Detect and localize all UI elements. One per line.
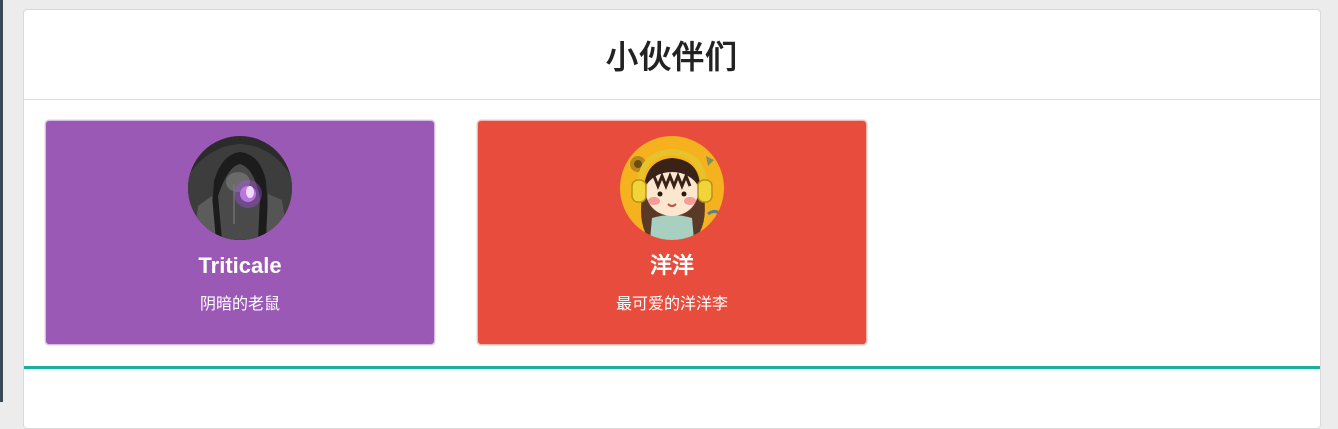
friend-name: Triticale (198, 253, 282, 278)
friend-card-triticale[interactable]: Triticale 阴暗的老鼠 (45, 120, 435, 345)
page-title: 小伙伴们 (605, 37, 738, 76)
dark-hooded-figure-avatar-icon (188, 136, 292, 240)
friend-name: 洋洋 (649, 253, 694, 278)
avatar (188, 136, 292, 240)
section-divider (24, 366, 1320, 369)
window-edge (0, 0, 3, 402)
cartoon-girl-headphones-avatar-icon (620, 136, 724, 240)
panel-header: 小伙伴们 (24, 10, 1320, 100)
avatar (620, 136, 724, 240)
friend-description: 阴暗的老鼠 (199, 294, 280, 313)
friend-card-yangyang[interactable]: 洋洋 最可爱的洋洋李 (477, 120, 867, 345)
friend-description: 最可爱的洋洋李 (615, 294, 728, 313)
friends-panel: 小伙伴们 Triticale 阴暗的老鼠 洋洋 最可爱的洋洋李 (23, 9, 1321, 429)
